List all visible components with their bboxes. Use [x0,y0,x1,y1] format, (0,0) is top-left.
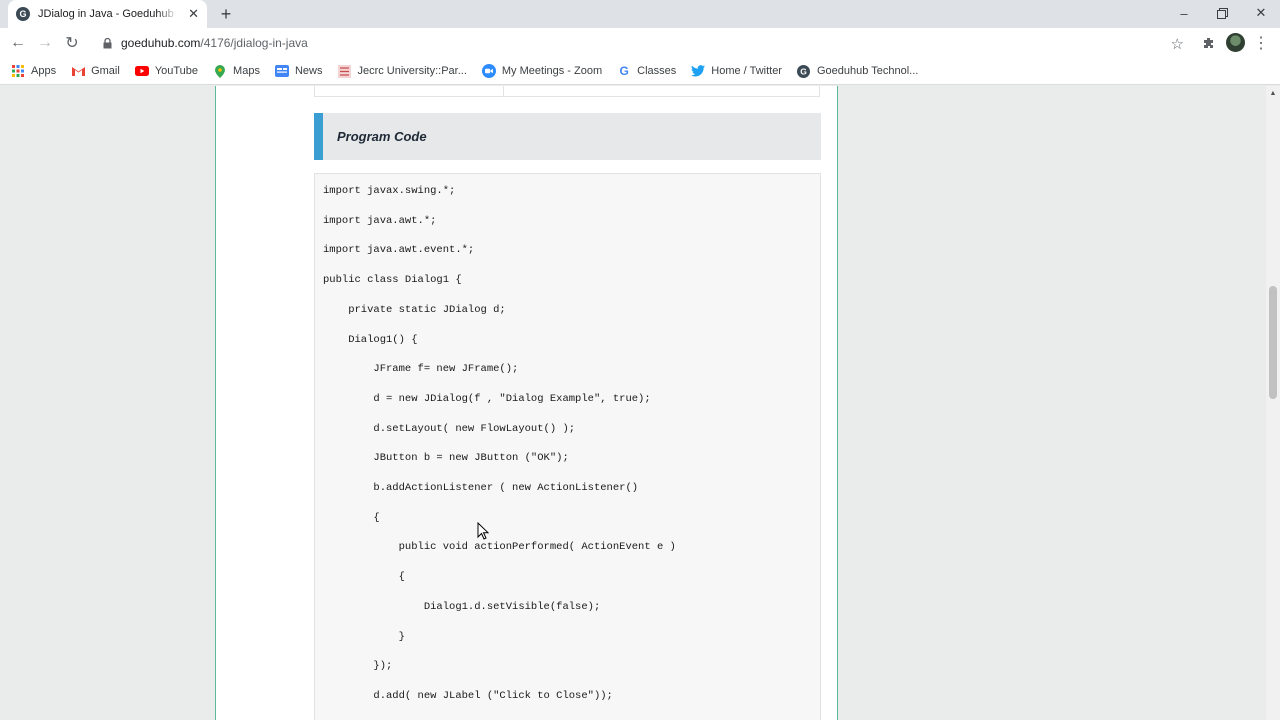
new-tab-icon[interactable]: + [216,4,236,24]
gmail-icon [71,64,85,78]
scroll-up-arrow-icon[interactable]: ▲ [1266,86,1280,100]
maps-pin-icon [213,64,227,78]
code-line: }); [323,660,393,673]
bookmark-label: News [294,65,323,77]
goeduhub-favicon-icon: G [16,7,30,21]
bookmark-label: Apps [31,65,57,77]
bookmark-label: Gmail [91,65,120,77]
code-line: import javax.swing.*; [323,185,456,197]
bookmark-maps[interactable]: Maps [213,64,260,78]
bookmark-label: Jecrc University::Par... [357,65,467,77]
code-line: } [323,630,405,643]
jecrc-icon [337,64,351,78]
code-line: { [323,571,405,584]
bookmark-star-icon[interactable]: ☆ [1171,35,1184,53]
bookmark-label: My Meetings - Zoom [501,65,603,77]
code-line: d = new JDialog(f , "Dialog Example", tr… [323,392,651,405]
web-page: Program Code import javax.swing.*; import… [0,86,1266,720]
address-bar[interactable]: goeduhub.com/4176/jdialog-in-java ☆ [91,30,1194,56]
browser-tab[interactable]: G JDialog in Java - Goeduhub Technologie… [8,0,207,28]
news-icon [274,64,289,78]
code-line: { [323,511,380,524]
bookmark-gmail[interactable]: Gmail [71,64,120,78]
previous-table-edge [314,86,820,97]
bookmark-twitter[interactable]: Home / Twitter [691,64,782,78]
lock-icon [101,37,113,49]
code-line: public void actionPerformed( ActionEvent… [323,541,676,554]
svg-text:G: G [801,66,808,76]
profile-avatar[interactable] [1226,33,1245,52]
more-menu-icon[interactable]: ⋮ [1253,33,1269,53]
code-line: JButton b = new JButton ("OK"); [323,452,569,465]
zoom-icon [481,64,496,78]
section-title: Program Code [337,129,427,144]
reload-icon[interactable]: ↻ [61,32,83,54]
bookmark-label: Goeduhub Technol... [816,65,919,77]
extensions-puzzle-icon[interactable] [1198,33,1218,53]
page-scrollbar[interactable]: ▲ [1266,86,1280,720]
article-column: Program Code import javax.swing.*; import… [215,86,838,720]
mouse-cursor-icon [477,522,489,540]
bookmark-label: Maps [233,65,260,77]
bookmarks-bar: Apps Gmail YouTube Maps News Jecrc Unive… [0,58,1280,85]
goeduhub-icon: G [797,64,811,78]
restore-icon[interactable] [1210,4,1234,22]
bookmark-classes[interactable]: G Classes [617,64,676,78]
google-g-icon: G [619,64,629,78]
code-line: d.setLayout( new FlowLayout() ); [323,422,576,435]
twitter-icon [691,64,706,78]
code-line: Dialog1() { [323,333,418,346]
code-line: b.addActionListener ( new ActionListener… [323,482,639,494]
code-line: public class Dialog1 { [323,274,462,287]
scroll-thumb[interactable] [1269,286,1277,399]
apps-grid-icon [11,64,25,78]
browser-toolbar: ← → ↻ goeduhub.com/4176/jdialog-in-java … [0,28,1280,58]
bookmark-label: Home / Twitter [711,65,782,77]
code-line: import java.awt.*; [323,214,437,227]
code-line: Dialog1.d.setVisible(false); [323,600,601,613]
bookmark-zoom[interactable]: My Meetings - Zoom [481,64,603,78]
bookmark-jecrc[interactable]: Jecrc University::Par... [337,64,467,78]
tab-title: JDialog in Java - Goeduhub Technologies [38,8,178,20]
url-text: goeduhub.com/4176/jdialog-in-java [121,36,308,50]
code-block: import javax.swing.*; import java.awt.*; i… [314,173,821,720]
bookmark-apps[interactable]: Apps [11,64,56,78]
youtube-icon [134,64,149,78]
close-window-icon[interactable]: ✕ [1249,4,1273,22]
bookmark-news[interactable]: News [274,64,323,78]
tab-close-icon[interactable]: ✕ [188,6,199,22]
code-line: private static JDialog d; [323,303,506,316]
code-line: JFrame f= new JFrame(); [323,363,519,376]
url-domain: goeduhub.com [121,36,201,50]
code-line: d.add( new JLabel ("Click to Close")); [323,689,613,702]
back-arrow-icon[interactable]: ← [7,32,29,54]
bookmark-label: YouTube [154,65,199,77]
bookmark-label: Classes [637,65,677,77]
url-path: /4176/jdialog-in-java [200,36,308,50]
program-code-header: Program Code [314,113,821,160]
forward-arrow-icon[interactable]: → [34,32,56,54]
bookmark-goeduhub[interactable]: G Goeduhub Technol... [797,64,918,78]
bookmark-youtube[interactable]: YouTube [134,64,199,78]
tab-strip: G JDialog in Java - Goeduhub Technologie… [0,0,1280,28]
code-line: import java.awt.event.*; [323,244,475,257]
minimize-icon[interactable]: – [1172,4,1196,22]
